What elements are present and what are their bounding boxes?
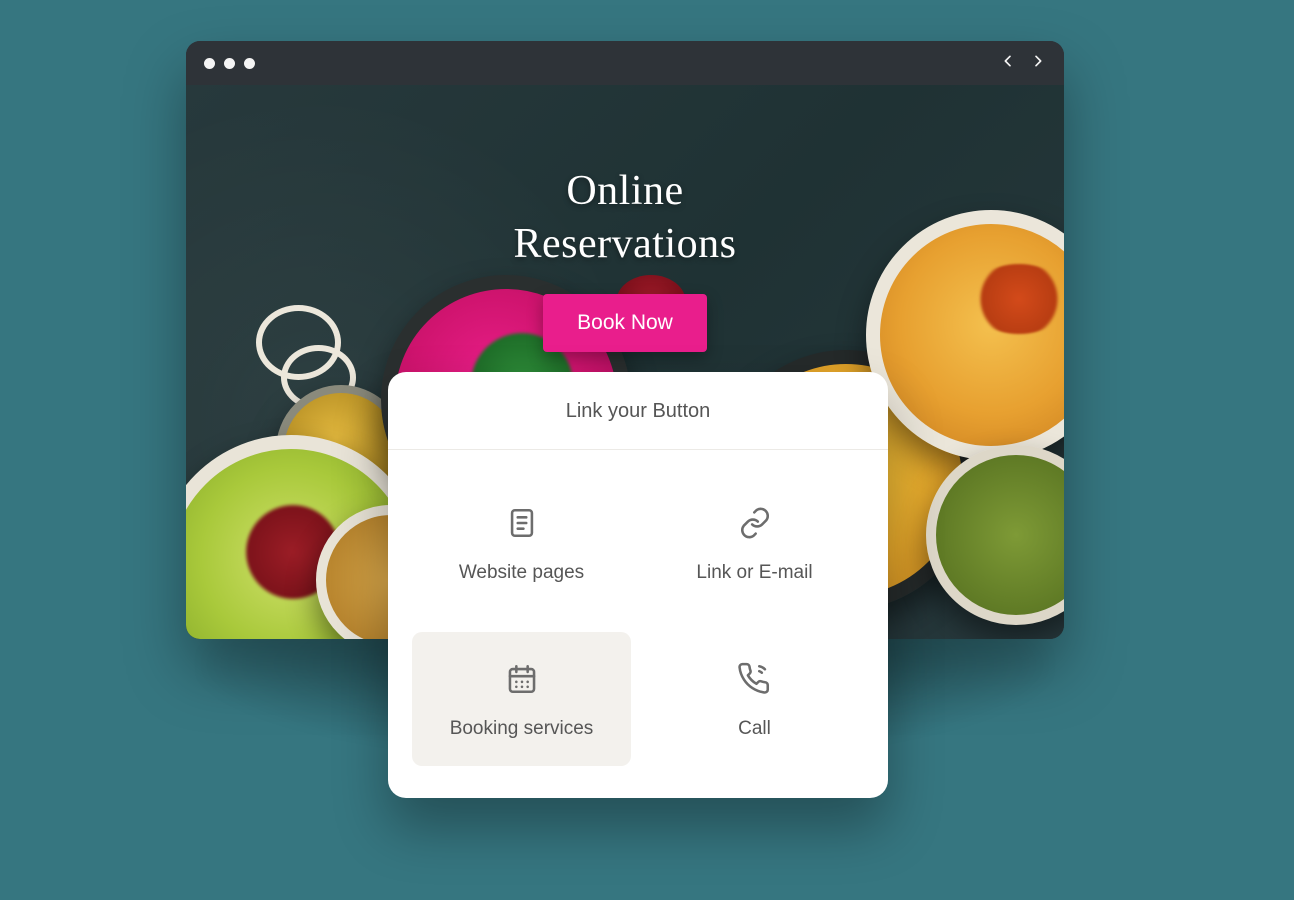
dot-icon (244, 58, 255, 69)
window-controls (204, 58, 255, 69)
link-icon (738, 506, 772, 540)
hero-title-line: Reservations (514, 221, 737, 267)
pages-icon (505, 506, 539, 540)
book-now-button[interactable]: Book Now (543, 294, 707, 352)
chevron-left-icon[interactable] (1000, 49, 1016, 78)
option-label: Link or E-mail (696, 562, 812, 584)
option-label: Call (738, 718, 771, 740)
hero-content: Online Reservations Book Now (186, 85, 1064, 352)
option-label: Website pages (459, 562, 584, 584)
browser-nav (1000, 49, 1046, 78)
chevron-right-icon[interactable] (1030, 49, 1046, 78)
option-website-pages[interactable]: Website pages (412, 476, 631, 610)
hero-title-line: Online (566, 168, 683, 214)
phone-icon (738, 662, 772, 696)
option-label: Booking services (450, 718, 594, 740)
popover-options: Website pages Link or E-mail (388, 450, 888, 798)
dot-icon (204, 58, 215, 69)
dot-icon (224, 58, 235, 69)
hero-title: Online Reservations (514, 165, 737, 270)
popover-title: Link your Button (388, 372, 888, 450)
link-button-popover: Link your Button Website pages (388, 372, 888, 798)
calendar-icon (505, 662, 539, 696)
option-booking-services[interactable]: Booking services (412, 632, 631, 766)
option-link-or-email[interactable]: Link or E-mail (645, 476, 864, 610)
browser-titlebar (186, 41, 1064, 85)
option-call[interactable]: Call (645, 632, 864, 766)
